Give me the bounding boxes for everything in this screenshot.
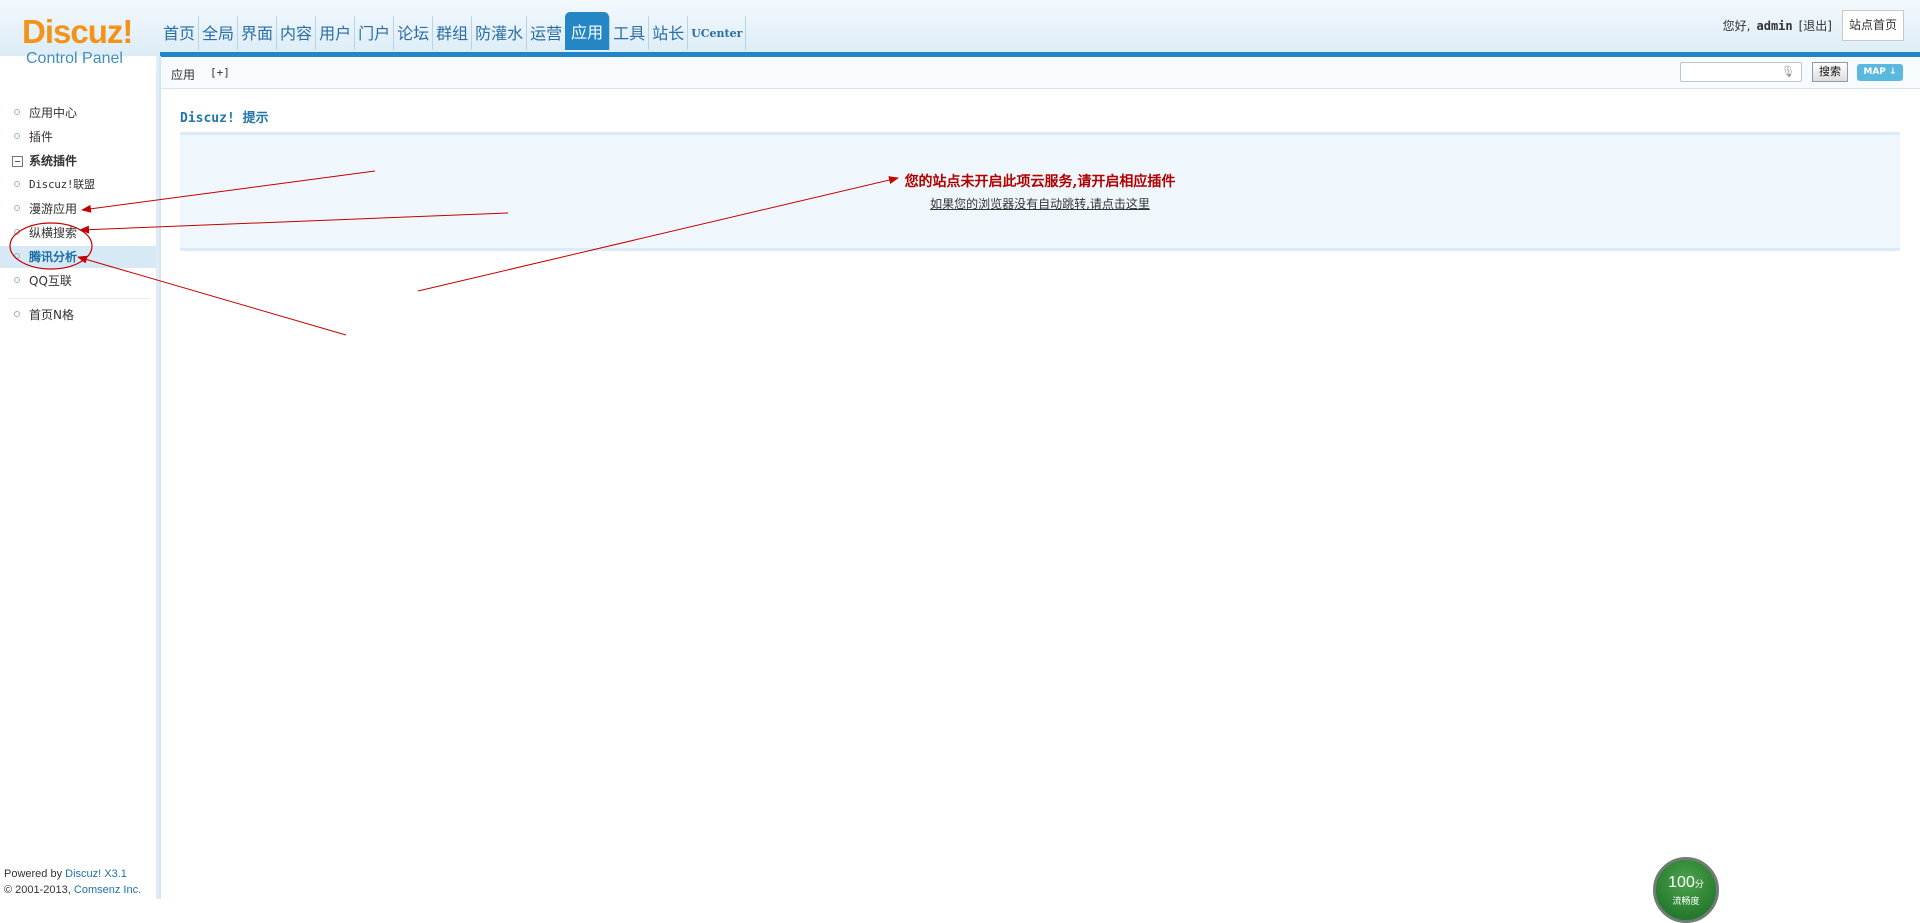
logo[interactable]: Discuz! Control Panel <box>0 0 160 70</box>
nav-global[interactable]: 全局 <box>198 16 237 50</box>
sidebar-item-label: 插件 <box>29 130 54 144</box>
main-nav: 首页 全局 界面 内容 用户 门户 论坛 群组 防灌水 运营 应用 工具 站长 … <box>160 12 747 54</box>
sidebar-item-tencent-analytics[interactable]: 腾讯分析 <box>0 246 156 268</box>
site-home-button[interactable]: 站点首页 <box>1842 10 1904 41</box>
nav-operation[interactable]: 运营 <box>526 16 565 50</box>
nav-tools[interactable]: 工具 <box>609 16 648 50</box>
sidebar: 应用中心 插件 系统插件 Discuz!联盟 漫游应用 纵横搜索 腾讯分析 QQ… <box>0 70 157 899</box>
sidebar-item-label: 腾讯分析 <box>29 250 78 264</box>
bullet-icon <box>14 205 20 211</box>
notice-message: 您的站点未开启此项云服务,请开启相应插件 <box>904 174 1176 190</box>
nav-forum[interactable]: 论坛 <box>393 16 432 50</box>
breadcrumb[interactable]: 应用 <box>171 66 195 83</box>
search-input[interactable]: 🎙 <box>1680 62 1802 82</box>
bullet-icon <box>14 277 20 283</box>
nav-content[interactable]: 内容 <box>276 16 315 50</box>
badge-text: 流畅度 <box>1672 897 1700 907</box>
nav-home[interactable]: 首页 <box>160 16 198 50</box>
username: admin <box>1756 19 1793 33</box>
performance-badge[interactable]: 100分 流畅度 <box>1653 857 1719 923</box>
footer-credit: Powered by Discuz! X3.1 © 2001-2013, Com… <box>4 866 141 898</box>
bullet-icon <box>14 133 20 139</box>
nav-antispam[interactable]: 防灌水 <box>471 16 526 50</box>
page-title: Discuz! 提示 <box>180 111 269 126</box>
bullet-icon <box>14 229 20 235</box>
sidebar-item-label: 纵横搜索 <box>29 226 78 240</box>
company-link[interactable]: Comsenz Inc. <box>74 884 141 896</box>
logo-brand: Discuz! <box>22 13 133 50</box>
nav-group[interactable]: 群组 <box>432 16 471 50</box>
sidebar-item-manyou[interactable]: 漫游应用 <box>0 198 156 220</box>
logo-subtitle: Control Panel <box>26 50 123 67</box>
bullet-icon <box>14 311 20 317</box>
sidebar-section-label: 系统插件 <box>29 154 78 168</box>
sidebar-item-home-grid[interactable]: 首页N格 <box>0 304 156 326</box>
bullet-icon <box>14 109 20 115</box>
bullet-icon <box>14 253 20 259</box>
notice-box: 您的站点未开启此项云服务,请开启相应插件 如果您的浏览器没有自动跳转,请点击这里 <box>180 132 1900 251</box>
sidebar-item-label: 应用中心 <box>29 106 78 120</box>
sidebar-item-label: 首页N格 <box>29 308 74 322</box>
nav-user[interactable]: 用户 <box>315 16 354 50</box>
sidebar-item-app-center[interactable]: 应用中心 <box>0 102 156 124</box>
sub-toolbar: 应用 [+] <box>161 57 1920 89</box>
badge-unit: 分 <box>1694 879 1704 889</box>
sidebar-section-system-plugins[interactable]: 系统插件 <box>0 150 156 172</box>
nav-founder[interactable]: 站长 <box>648 16 687 50</box>
nav-plugin[interactable]: 应用 <box>565 12 610 50</box>
copyright-text: © 2001-2013, <box>4 884 74 896</box>
microphone-icon[interactable]: 🎙 <box>1781 65 1795 78</box>
user-info: 您好, admin [退出] <box>1723 17 1832 34</box>
nav-ucenter[interactable]: UCenter <box>687 16 747 50</box>
badge-score: 100 <box>1668 874 1695 891</box>
sidebar-divider <box>8 298 150 299</box>
sidebar-item-search[interactable]: 纵横搜索 <box>0 222 156 244</box>
sidebar-item-label: 漫游应用 <box>29 202 78 216</box>
redirect-link[interactable]: 如果您的浏览器没有自动跳转,请点击这里 <box>180 195 1900 212</box>
sidebar-item-discuz-union[interactable]: Discuz!联盟 <box>0 174 156 196</box>
add-shortcut-button[interactable]: [+] <box>210 66 230 79</box>
search-button[interactable]: 搜索 <box>1812 62 1848 82</box>
logout-link[interactable]: [退出] <box>1799 19 1832 33</box>
sidebar-item-label: QQ互联 <box>29 274 72 288</box>
sidebar-item-plugins[interactable]: 插件 <box>0 126 156 148</box>
nav-portal[interactable]: 门户 <box>354 16 393 50</box>
greeting: 您好, <box>1722 19 1751 33</box>
powered-by-text: Powered by <box>4 868 66 880</box>
product-link[interactable]: Discuz! X3.1 <box>65 868 127 880</box>
sidebar-item-label: Discuz!联盟 <box>29 178 95 191</box>
collapse-icon[interactable] <box>12 156 23 167</box>
bullet-icon <box>14 181 20 187</box>
nav-style[interactable]: 界面 <box>237 16 276 50</box>
map-button[interactable]: MAP ↓ <box>1857 64 1903 81</box>
sidebar-item-qq-connect[interactable]: QQ互联 <box>0 270 156 292</box>
